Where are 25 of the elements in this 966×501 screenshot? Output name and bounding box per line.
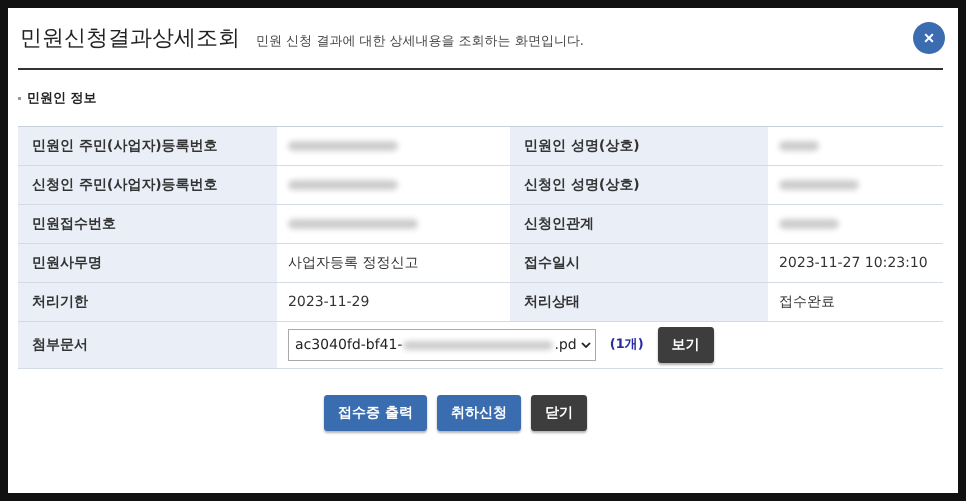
- field-label: 접수일시: [510, 244, 768, 283]
- section-title: 민원인 정보: [27, 90, 97, 107]
- field-label: 민원사무명: [18, 244, 277, 283]
- field-value: 2023-11-27 10:23:10: [768, 244, 943, 283]
- field-label: 민원인 주민(사업자)등록번호: [18, 127, 277, 166]
- field-label: 처리상태: [510, 283, 768, 322]
- field-label: 민원인 성명(상호): [510, 127, 768, 166]
- action-button[interactable]: 접수증 출력: [324, 395, 427, 431]
- file-count: (1개): [610, 337, 644, 353]
- dialog-title: 민원신청결과상세조회: [20, 25, 240, 53]
- close-button[interactable]: ×: [913, 22, 945, 54]
- file-select[interactable]: ac3040fd-bf41- .pd: [288, 329, 596, 361]
- field-label: 첨부문서: [18, 322, 277, 369]
- field-label: 신청인관계: [510, 205, 768, 244]
- field-label: 신청인 성명(상호): [510, 166, 768, 205]
- field-label: 신청인 주민(사업자)등록번호: [18, 166, 277, 205]
- field-label: 민원접수번호: [18, 205, 277, 244]
- field-label: 처리기한: [18, 283, 277, 322]
- view-button[interactable]: 보기: [658, 327, 714, 363]
- dialog-subtitle: 민원 신청 결과에 대한 상세내용을 조회하는 화면입니다.: [256, 33, 584, 50]
- field-value: 접수완료: [768, 283, 943, 322]
- action-button[interactable]: 취하신청: [436, 395, 521, 431]
- action-button[interactable]: 닫기: [530, 395, 587, 431]
- caret-icon: [580, 342, 591, 348]
- bullet-icon: [18, 96, 21, 100]
